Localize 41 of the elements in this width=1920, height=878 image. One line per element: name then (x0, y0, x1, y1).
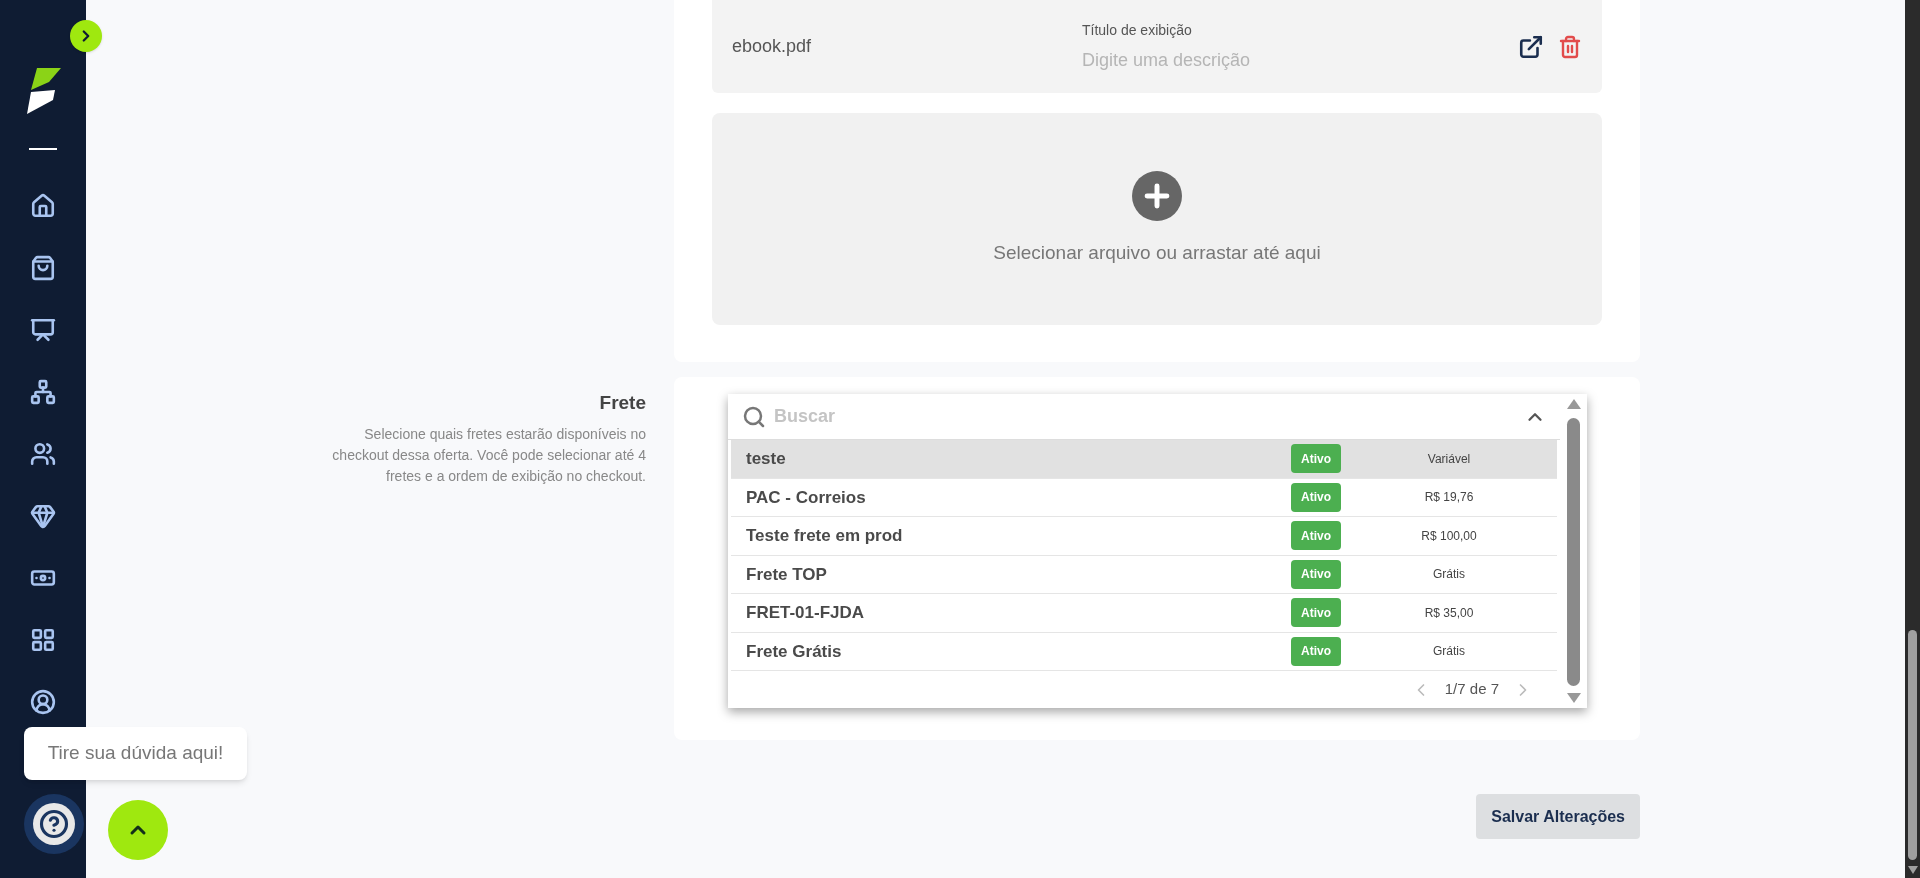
option-price: Grátis (1432, 566, 1466, 584)
search-input[interactable]: Buscar (774, 403, 1524, 430)
option-name: Frete TOP (745, 563, 828, 586)
scroll-down-icon[interactable] (1565, 692, 1582, 704)
scroll-down-icon[interactable] (1907, 866, 1918, 874)
section-description: Selecione quais fretes estarão disponíveis no checkout dessa oferta. Você pode selecionar até 4 fretes e a ordem de exibição no checkout. (331, 424, 646, 486)
status-badge: Ativo (1291, 482, 1341, 512)
save-button[interactable]: Salvar Alterações (1476, 794, 1640, 839)
status-badge: Ativo (1291, 444, 1341, 474)
title-field[interactable]: Digite uma descrição (1082, 46, 1432, 74)
search-icon (742, 404, 766, 429)
field-label: Título de exibição (1082, 20, 1193, 40)
pagination-text: 1/7 de 7 (1444, 679, 1499, 700)
option-name: PAC - Correios (745, 486, 867, 509)
external-link-icon[interactable] (1518, 33, 1544, 60)
status-badge: Ativo (1291, 521, 1341, 551)
upload-dropzone[interactable]: Selecionar arquivo ou arrastar até aqui (712, 113, 1602, 325)
file-name: ebook.pdf (732, 35, 813, 58)
plus-icon (1132, 170, 1182, 221)
scrollbar-thumb[interactable] (1567, 418, 1580, 686)
status-badge: Ativo (1291, 559, 1341, 589)
help-icon (39, 809, 69, 839)
section-title: Frete (599, 391, 646, 415)
option-name: Frete Grátis (745, 640, 843, 663)
option-name: Teste frete em prod (745, 525, 904, 547)
option-price: R$ 35,00 (1423, 604, 1475, 622)
status-badge: Ativo (1291, 598, 1341, 628)
shipping-option[interactable]: teste Ativo Variável (731, 440, 1557, 479)
scroll-up-icon[interactable] (1565, 398, 1582, 410)
option-price: Grátis (1432, 643, 1466, 661)
option-price: R$ 100,00 (1420, 527, 1478, 545)
tooltip-text: Tire sua dúvida aqui! (47, 741, 224, 766)
option-name: teste (745, 448, 787, 470)
option-name: FRET-01-FJDA (745, 602, 866, 624)
trash-icon[interactable] (1558, 34, 1582, 59)
expand-sidebar-button[interactable] (70, 20, 102, 52)
upload-text: Selecionar arquivo ou arrastar até aqui (993, 240, 1321, 265)
option-price: R$ 19,76 (1423, 489, 1475, 507)
status-badge: Ativo (1291, 636, 1341, 666)
option-price: Variável (1426, 450, 1472, 468)
scrollbar-thumb[interactable] (1908, 630, 1917, 860)
